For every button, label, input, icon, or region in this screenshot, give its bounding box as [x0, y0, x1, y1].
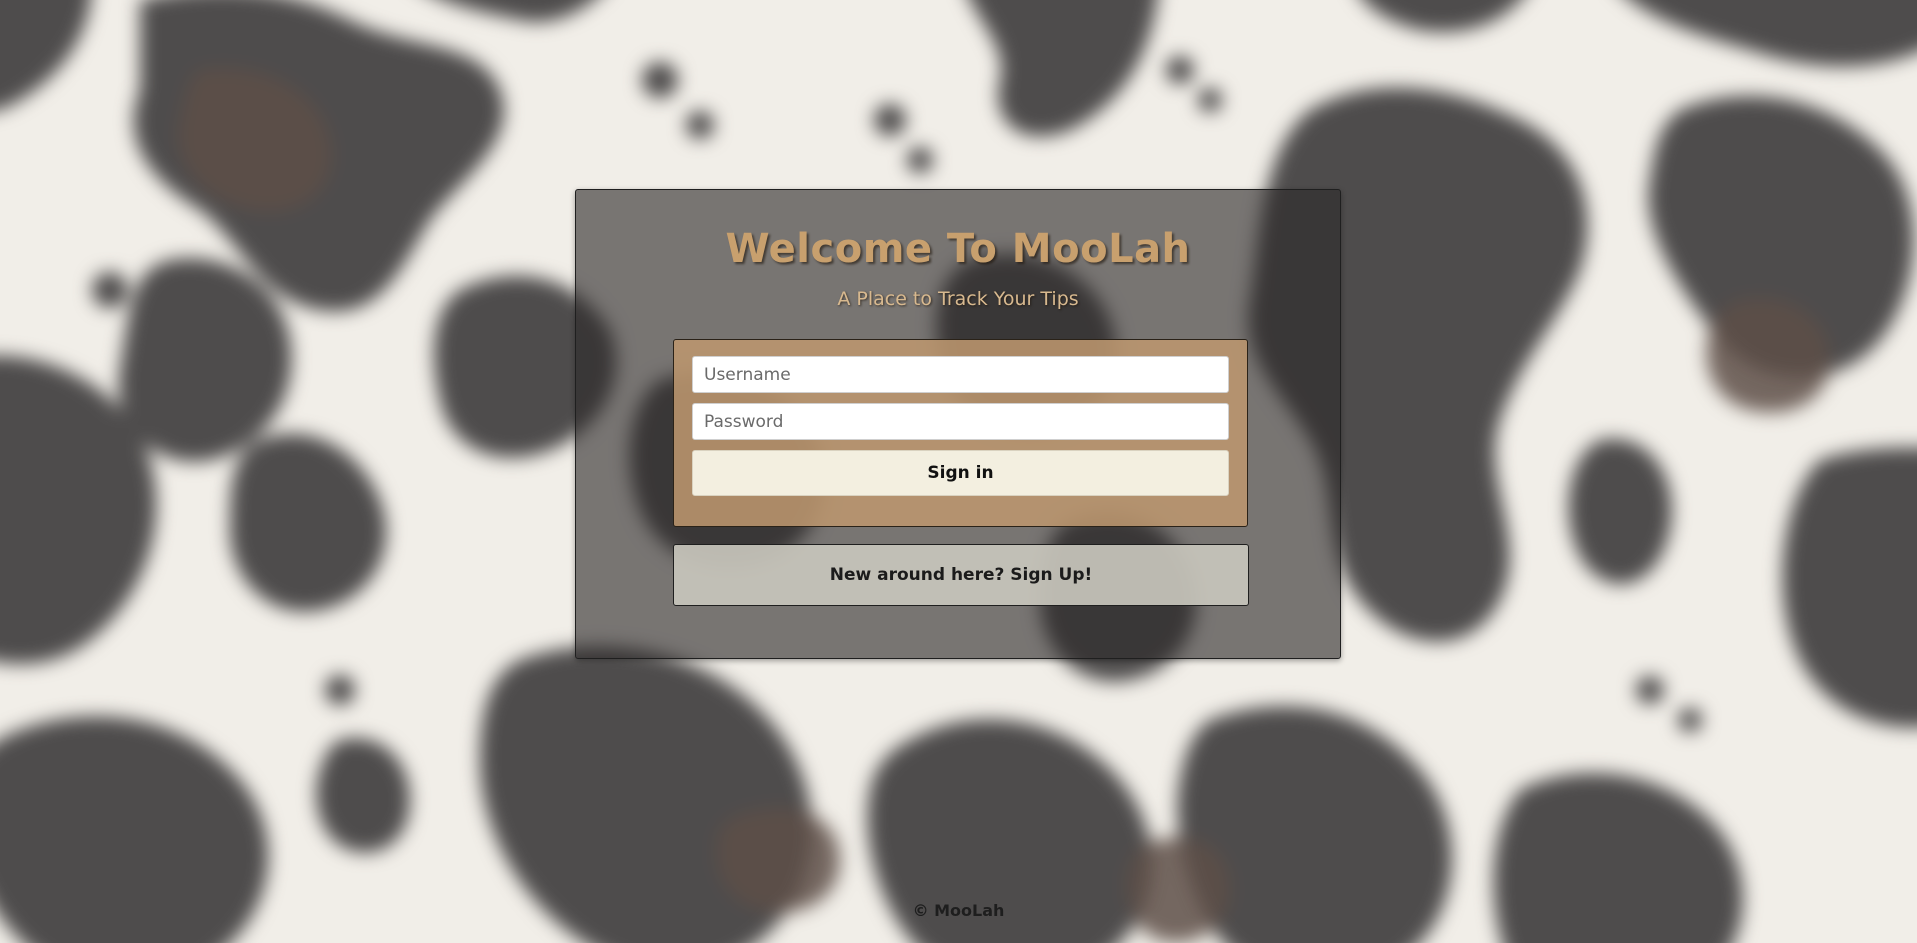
- signin-form: Sign in: [673, 339, 1248, 527]
- username-input[interactable]: [692, 356, 1229, 393]
- page-subtitle: A Place to Track Your Tips: [837, 288, 1079, 310]
- login-panel: Welcome To MooLah A Place to Track Your …: [575, 189, 1341, 659]
- page-title: Welcome To MooLah: [725, 226, 1191, 272]
- signin-button[interactable]: Sign in: [692, 450, 1229, 496]
- password-input[interactable]: [692, 403, 1229, 440]
- signup-link[interactable]: New around here? Sign Up!: [673, 544, 1249, 606]
- footer-copyright: © MooLah: [912, 901, 1005, 920]
